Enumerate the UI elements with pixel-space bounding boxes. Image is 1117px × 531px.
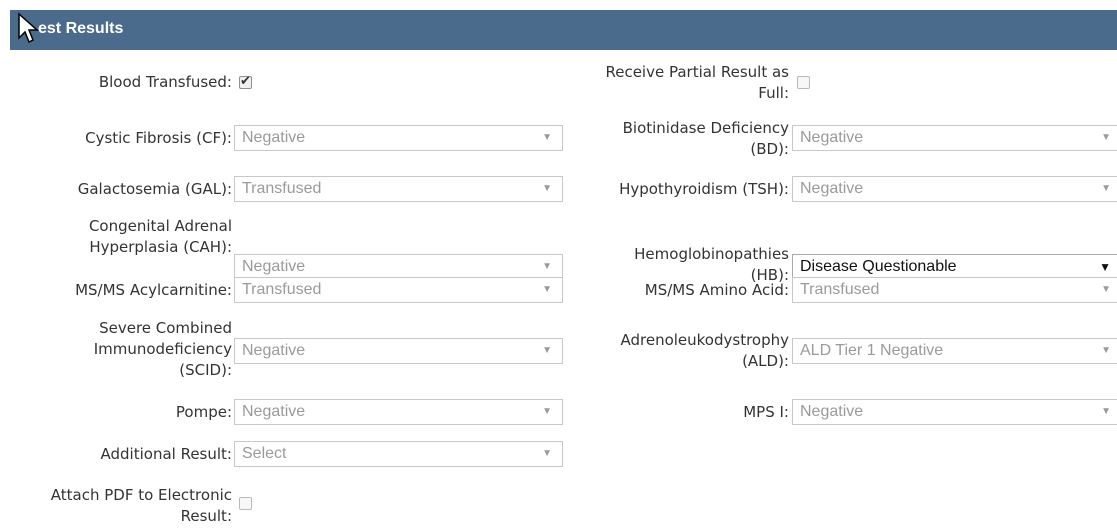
acyl-label: MS/MS Acylcarnitine: [75, 280, 232, 301]
amino-select[interactable]: Transfused ▼ [792, 277, 1117, 303]
bd-select-value: Negative [800, 129, 864, 146]
gal-label: Galactosemia (GAL): [78, 179, 232, 200]
partial-result-label-line-2: Full: [758, 84, 789, 102]
additional-result-label: Additional Result: [101, 444, 232, 465]
mouse-pointer-icon [18, 12, 39, 44]
amino-label-line: MS/MS Amino Acid: [644, 281, 789, 299]
cf-label: Cystic Fibrosis (CF): [85, 128, 232, 149]
chevron-down-icon: ▼ [542, 284, 552, 295]
chevron-down-icon: ▼ [1101, 183, 1111, 194]
gal-select-value: Transfused [242, 180, 322, 197]
chevron-down-icon: ▼ [542, 345, 552, 356]
chevron-down-icon: ▼ [542, 183, 552, 194]
mps-label: MPS I: [743, 402, 789, 423]
ald-label-line-1: Adrenoleukodystrophy [620, 331, 789, 349]
pompe-label: Pompe: [176, 402, 232, 423]
chevron-down-icon: ▼ [1101, 132, 1111, 143]
bd-label: Biotinidase Deficiency (BD): [623, 118, 789, 160]
attach-pdf-label: Attach PDF to Electronic Result: [51, 485, 232, 527]
chevron-down-icon: ▼ [1101, 345, 1111, 356]
partial-result-checkbox[interactable] [797, 76, 810, 89]
hb-select-value: Disease Questionable [800, 258, 957, 275]
gal-select[interactable]: Transfused ▼ [234, 176, 563, 202]
pompe-select-value: Negative [242, 403, 306, 420]
bd-label-line-1: Biotinidase Deficiency [622, 119, 789, 137]
chevron-down-icon: ▼ [542, 406, 552, 417]
amino-label: MS/MS Amino Acid: [645, 280, 789, 301]
section-header: est Results [10, 10, 1117, 50]
amino-select-value: Transfused [800, 281, 880, 298]
cah-select-value: Negative [242, 258, 306, 275]
blood-transfused-checkbox[interactable]: ✔ [239, 74, 252, 89]
chevron-down-icon: ▼ [542, 132, 552, 143]
scid-select[interactable]: Negative ▼ [234, 338, 563, 364]
acyl-select[interactable]: Transfused ▼ [234, 277, 563, 303]
ald-select[interactable]: ALD Tier 1 Negative ▼ [792, 338, 1117, 364]
chevron-down-icon: ▼ [542, 261, 552, 272]
section-title: est Results [38, 20, 124, 37]
bd-label-line-2: (BD): [750, 140, 789, 158]
partial-result-label: Receive Partial Result as Full: [605, 62, 789, 104]
pompe-select[interactable]: Negative ▼ [234, 399, 563, 425]
pompe-label-line: Pompe: [175, 403, 232, 421]
blood-transfused-label: Blood Transfused: [98, 73, 232, 91]
chevron-down-icon: ▼ [1101, 406, 1111, 417]
cah-label-line-1: Congenital Adrenal [88, 217, 232, 235]
acyl-select-value: Transfused [242, 281, 322, 298]
acyl-label-line: MS/MS Acylcarnitine: [75, 281, 232, 299]
scid-select-value: Negative [242, 342, 306, 359]
mps-select[interactable]: Negative ▼ [792, 399, 1117, 425]
attach-pdf-label-line-2: Result: [180, 507, 232, 525]
additional-result-label-line: Additional Result: [100, 445, 232, 463]
scid-label: Severe Combined Immunodeficiency (SCID): [94, 318, 232, 381]
hb-label-line-1: Hemoglobinopathies [634, 245, 789, 263]
ald-label: Adrenoleukodystrophy (ALD): [620, 330, 789, 372]
additional-result-select-value: Select [242, 445, 287, 462]
bd-select[interactable]: Negative ▼ [792, 125, 1117, 151]
scid-label-line-1: Severe Combined [99, 319, 232, 337]
cf-select[interactable]: Negative ▼ [234, 125, 563, 151]
tsh-label: Hypothyroidism (TSH): [619, 179, 789, 200]
mps-label-line: MPS I: [743, 403, 789, 421]
cah-label: Congenital Adrenal Hyperplasia (CAH): [89, 216, 232, 258]
partial-result-label-line-1: Receive Partial Result as [605, 63, 789, 81]
ald-label-line-2: (ALD): [742, 352, 789, 370]
cah-label-line-2: Hyperplasia (CAH): [89, 238, 232, 256]
additional-result-select[interactable]: Select ▼ [234, 441, 563, 467]
ald-select-value: ALD Tier 1 Negative [800, 342, 944, 359]
cf-label-line: Cystic Fibrosis (CF): [85, 129, 232, 147]
chevron-down-icon: ▼ [542, 448, 552, 459]
checkmark-icon: ✔ [240, 74, 251, 89]
tsh-select-value: Negative [800, 180, 864, 197]
tsh-label-line: Hypothyroidism (TSH): [619, 180, 789, 198]
chevron-down-icon: ▼ [1101, 284, 1111, 295]
attach-pdf-label-line-1: Attach PDF to Electronic [50, 486, 232, 504]
cf-select-value: Negative [242, 129, 306, 146]
mps-select-value: Negative [800, 403, 864, 420]
attach-pdf-checkbox[interactable] [239, 497, 252, 510]
chevron-down-icon: ▼ [1099, 260, 1111, 274]
gal-label-line: Galactosemia (GAL): [77, 180, 232, 198]
scid-label-line-3: (SCID): [179, 361, 232, 379]
scid-label-line-2: Immunodeficiency [93, 340, 232, 358]
tsh-select[interactable]: Negative ▼ [792, 176, 1117, 202]
